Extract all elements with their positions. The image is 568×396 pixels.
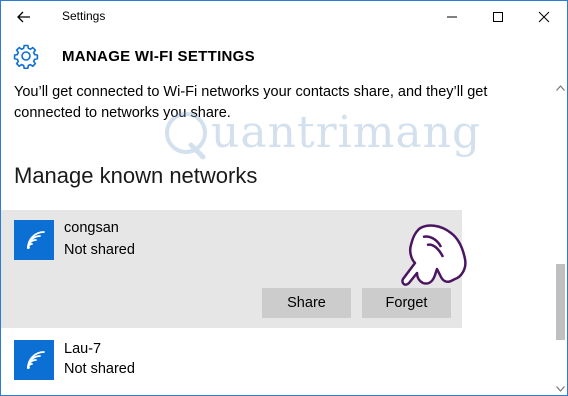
network-status: Not shared <box>64 361 135 377</box>
title-bar: Settings <box>1 1 567 33</box>
settings-window: Settings MANAGE WI-FI SETTINGS You’ll ge… <box>0 0 568 396</box>
network-name: Lau-7 <box>64 341 102 357</box>
wifi-tile <box>14 340 54 380</box>
page-title: MANAGE WI-FI SETTINGS <box>62 48 255 65</box>
maximize-button[interactable] <box>475 1 521 33</box>
gear-icon <box>13 44 39 69</box>
share-button[interactable]: Share <box>262 288 351 318</box>
network-status: Not shared <box>64 242 135 258</box>
wifi-icon <box>27 351 45 369</box>
back-arrow-icon <box>17 11 30 23</box>
scrollbar-thumb[interactable] <box>556 264 565 340</box>
scroll-down-arrow-icon <box>556 385 565 392</box>
scroll-up-button[interactable] <box>554 81 567 94</box>
pointing-hand-icon <box>401 224 467 286</box>
scrollbar[interactable] <box>554 81 567 395</box>
maximize-icon <box>493 12 503 22</box>
minimize-button[interactable] <box>429 1 475 33</box>
page-header: MANAGE WI-FI SETTINGS <box>1 33 567 81</box>
wifi-tile <box>14 220 54 260</box>
network-name: congsan <box>64 220 119 236</box>
scroll-up-arrow-icon <box>556 84 565 91</box>
network-item-congsan[interactable]: congsan Not shared Share Forget <box>1 210 462 328</box>
network-item-lau-7[interactable]: Lau-7 Not shared <box>1 333 554 395</box>
close-icon <box>538 11 550 23</box>
back-button[interactable] <box>9 4 39 30</box>
minimize-icon <box>447 16 457 18</box>
window-title: Settings <box>62 9 106 23</box>
section-title: Manage known networks <box>14 163 258 188</box>
wifi-icon <box>27 231 45 249</box>
scroll-down-button[interactable] <box>554 382 567 395</box>
close-button[interactable] <box>521 1 567 33</box>
sharing-description: You’ll get connected to Wi-Fi networks y… <box>14 84 488 121</box>
